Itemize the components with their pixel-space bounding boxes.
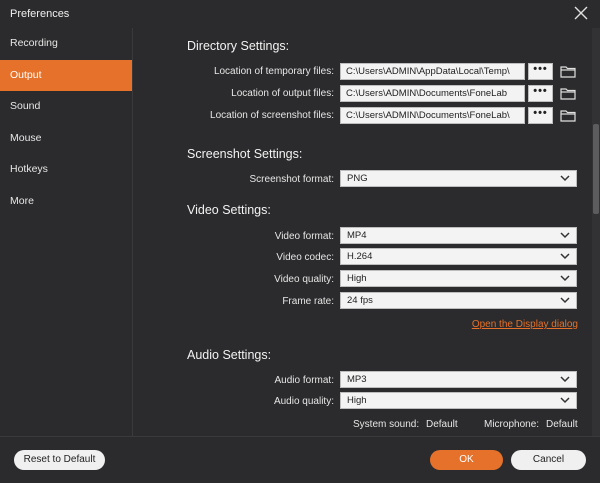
frame-rate-select[interactable]: 24 fps bbox=[340, 292, 577, 309]
video-codec-select[interactable]: H.264 bbox=[340, 248, 577, 265]
video-format-label: Video format: bbox=[274, 231, 334, 242]
screenshot-settings-title: Screenshot Settings: bbox=[187, 147, 303, 161]
open-display-dialog-link[interactable]: Open the Display dialog bbox=[472, 319, 578, 330]
output-location-field[interactable]: C:\Users\ADMIN\Documents\FoneLab bbox=[340, 85, 525, 102]
window-title: Preferences bbox=[10, 8, 70, 20]
temp-location-label: Location of temporary files: bbox=[213, 66, 334, 77]
sidebar-item-sound[interactable]: Sound bbox=[0, 91, 132, 123]
screenshot-location-label: Location of screenshot files: bbox=[210, 110, 334, 121]
chevron-down-icon bbox=[560, 253, 570, 260]
video-quality-select[interactable]: High bbox=[340, 270, 577, 287]
sidebar-item-more[interactable]: More bbox=[0, 186, 132, 218]
chevron-down-icon bbox=[560, 376, 570, 383]
screenshot-folder-icon[interactable] bbox=[560, 109, 576, 122]
chevron-down-icon bbox=[560, 397, 570, 404]
sidebar-item-recording[interactable]: Recording bbox=[0, 28, 132, 60]
output-folder-icon[interactable] bbox=[560, 87, 576, 100]
sidebar-item-hotkeys[interactable]: Hotkeys bbox=[0, 154, 132, 186]
screenshot-location-field[interactable]: C:\Users\ADMIN\Documents\FoneLab\ bbox=[340, 107, 525, 124]
audio-settings-title: Audio Settings: bbox=[187, 348, 272, 362]
screenshot-browse-button[interactable]: ••• bbox=[528, 107, 553, 124]
sidebar-item-output[interactable]: Output bbox=[0, 59, 132, 92]
video-quality-value: High bbox=[347, 273, 367, 284]
reset-to-default-button[interactable]: Reset to Default bbox=[14, 450, 105, 470]
chevron-down-icon bbox=[560, 175, 570, 182]
temp-location-field[interactable]: C:\Users\ADMIN\AppData\Local\Temp\ bbox=[340, 63, 525, 80]
audio-format-select[interactable]: MP3 bbox=[340, 371, 577, 388]
video-format-value: MP4 bbox=[347, 230, 367, 241]
dialog-footer: Reset to Default OK Cancel bbox=[0, 436, 600, 483]
video-codec-value: H.264 bbox=[347, 251, 373, 262]
video-quality-label: Video quality: bbox=[274, 274, 334, 285]
audio-format-value: MP3 bbox=[347, 374, 367, 385]
system-sound-value: Default bbox=[426, 419, 458, 430]
microphone-label: Microphone: bbox=[484, 419, 540, 430]
sidebar-item-mouse[interactable]: Mouse bbox=[0, 123, 132, 155]
frame-rate-label: Frame rate: bbox=[282, 296, 334, 307]
audio-quality-value: High bbox=[347, 395, 367, 406]
temp-browse-button[interactable]: ••• bbox=[528, 63, 553, 80]
scrollbar-thumb[interactable] bbox=[593, 124, 599, 214]
output-browse-button[interactable]: ••• bbox=[528, 85, 553, 102]
title-bar: Preferences bbox=[0, 0, 600, 28]
microphone-value: Default bbox=[546, 419, 578, 430]
chevron-down-icon bbox=[560, 275, 570, 282]
audio-format-label: Audio format: bbox=[274, 375, 334, 386]
chevron-down-icon bbox=[560, 297, 570, 304]
video-codec-label: Video codec: bbox=[276, 252, 334, 263]
sidebar: Recording Output Sound Mouse Hotkeys Mor… bbox=[0, 28, 133, 436]
screenshot-format-label: Screenshot format: bbox=[249, 174, 334, 185]
chevron-down-icon bbox=[560, 232, 570, 239]
video-format-select[interactable]: MP4 bbox=[340, 227, 577, 244]
ok-button[interactable]: OK bbox=[430, 450, 503, 470]
cancel-button[interactable]: Cancel bbox=[511, 450, 586, 470]
scrollbar[interactable] bbox=[592, 28, 600, 436]
directory-settings-title: Directory Settings: bbox=[187, 39, 290, 53]
screenshot-format-value: PNG bbox=[347, 173, 368, 184]
frame-rate-value: 24 fps bbox=[347, 295, 373, 306]
system-sound-label: System sound: bbox=[353, 419, 420, 430]
screenshot-format-select[interactable]: PNG bbox=[340, 170, 577, 187]
close-icon[interactable] bbox=[574, 6, 588, 20]
temp-folder-icon[interactable] bbox=[560, 65, 576, 78]
audio-quality-label: Audio quality: bbox=[273, 396, 334, 407]
audio-quality-select[interactable]: High bbox=[340, 392, 577, 409]
video-settings-title: Video Settings: bbox=[187, 203, 271, 217]
output-location-label: Location of output files: bbox=[231, 88, 334, 99]
